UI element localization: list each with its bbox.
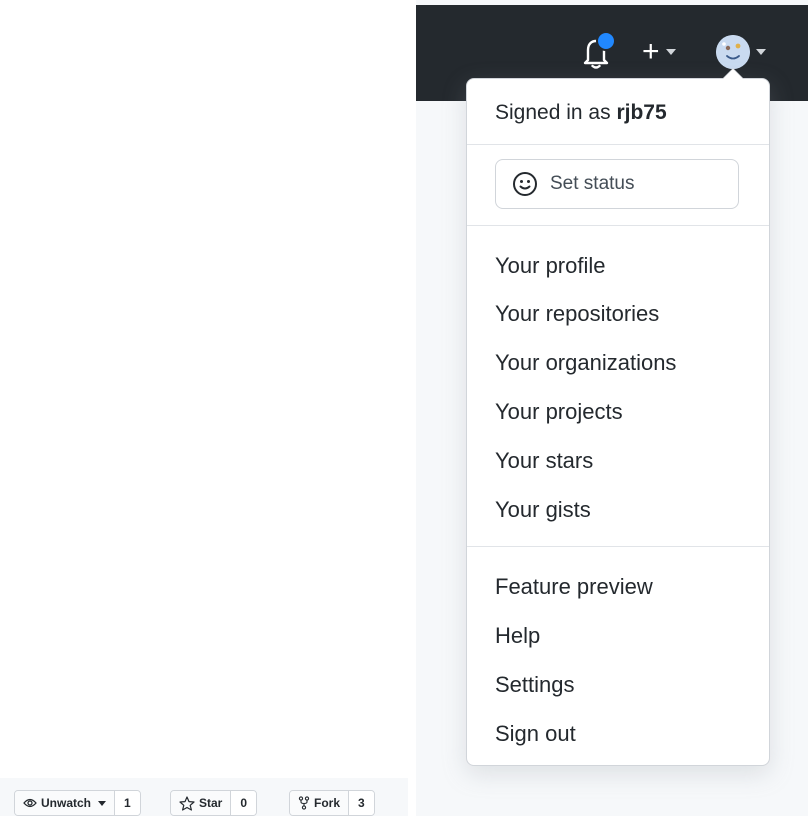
- menu-item-help[interactable]: Help: [495, 622, 540, 650]
- star-label: Star: [199, 796, 223, 810]
- unwatch-label: Unwatch: [41, 796, 92, 810]
- divider: [467, 144, 769, 145]
- stars-count[interactable]: 0: [231, 791, 257, 815]
- signed-in-label: Signed in as: [495, 101, 611, 124]
- signed-in-header: Signed in as rjb75: [495, 101, 667, 125]
- chevron-down-icon: [665, 49, 676, 55]
- divider: [467, 546, 769, 547]
- star-button-group: Star 0: [170, 790, 258, 816]
- set-status-button[interactable]: Set status: [495, 159, 739, 209]
- fork-label: Fork: [314, 796, 341, 810]
- star-button[interactable]: Star: [171, 791, 232, 815]
- menu-item-your-projects[interactable]: Your projects: [495, 398, 623, 426]
- fork-button[interactable]: Fork: [290, 791, 350, 815]
- avatar-icon: [716, 35, 750, 69]
- chevron-down-icon: [98, 800, 107, 806]
- menu-item-your-organizations[interactable]: Your organizations: [495, 349, 676, 377]
- divider: [467, 225, 769, 226]
- unwatch-button[interactable]: Unwatch: [15, 791, 116, 815]
- notification-indicator: [596, 31, 616, 51]
- username: rjb75: [616, 101, 667, 124]
- menu-item-your-gists[interactable]: Your gists: [495, 496, 591, 524]
- menu-item-your-repositories[interactable]: Your repositories: [495, 300, 659, 328]
- menu-item-sign-out[interactable]: Sign out: [495, 720, 576, 748]
- forks-count[interactable]: 3: [349, 791, 374, 815]
- unwatch-button-group: Unwatch 1: [14, 790, 141, 816]
- menu-item-your-stars[interactable]: Your stars: [495, 447, 593, 475]
- chevron-down-icon: [756, 49, 766, 55]
- menu-item-your-profile[interactable]: Your profile: [495, 252, 605, 280]
- user-menu-button[interactable]: [716, 33, 766, 71]
- repo-actions-bar: Unwatch 1 Star 0 Fork 3: [0, 778, 408, 816]
- fork-icon: [298, 796, 310, 810]
- menu-item-settings[interactable]: Settings: [495, 671, 575, 699]
- smiley-icon: [513, 172, 537, 196]
- fork-button-group: Fork 3: [289, 790, 375, 816]
- star-icon: [179, 795, 195, 811]
- menu-item-feature-preview[interactable]: Feature preview: [495, 573, 653, 601]
- notifications-button[interactable]: [582, 31, 616, 72]
- watchers-count[interactable]: 1: [115, 791, 140, 815]
- dropdown-pointer: [723, 69, 743, 79]
- create-new-button[interactable]: +: [642, 35, 676, 69]
- plus-icon: +: [642, 35, 660, 68]
- eye-icon: [23, 798, 37, 808]
- set-status-label: Set status: [550, 173, 635, 194]
- user-dropdown-menu: Signed in as rjb75 Set status Your profi…: [466, 68, 770, 766]
